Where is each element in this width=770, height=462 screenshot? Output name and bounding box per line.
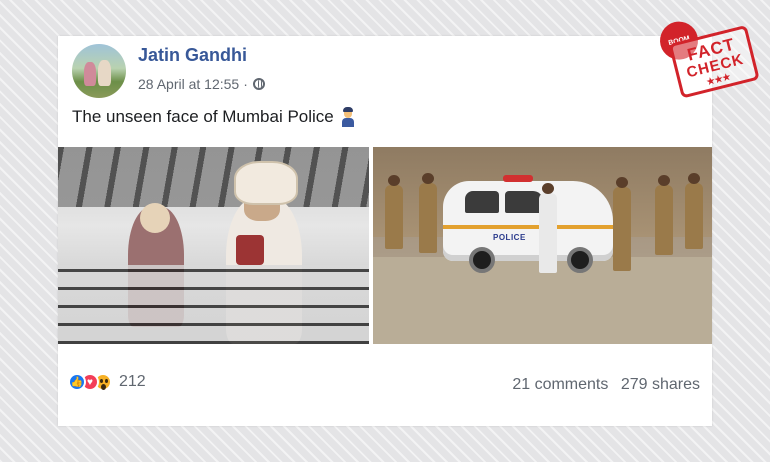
police-officer-figure <box>655 175 673 255</box>
police-officer-figure <box>685 173 703 249</box>
police-car: POLICE <box>443 175 613 273</box>
groom-turban <box>234 161 298 205</box>
car-wheel <box>567 247 593 273</box>
facebook-post-card: Jatin Gandhi 28 April at 12:55 · The uns… <box>58 36 712 426</box>
bride-head <box>140 203 170 233</box>
boom-fact-check-stamp: BOOM FACT CHECK ★★★ <box>653 0 770 109</box>
civilian-figure <box>539 183 557 273</box>
post-text: The unseen face of Mumbai Police <box>72 107 354 127</box>
siren-light <box>503 175 533 182</box>
post-photo-right[interactable]: POLICE <box>373 147 712 344</box>
comments-count-link[interactable]: 21 comments <box>512 376 608 393</box>
shares-count-link[interactable]: 279 shares <box>621 376 700 393</box>
reaction-count: 212 <box>119 373 146 390</box>
post-meta: 28 April at 12:55 · <box>138 76 265 92</box>
balcony-roof <box>58 147 369 207</box>
post-timestamp-link[interactable]: 28 April at 12:55 <box>138 76 239 92</box>
post-caption: The unseen face of Mumbai Police <box>72 107 334 126</box>
police-officer-figure <box>385 175 403 249</box>
balcony-railing <box>58 265 369 344</box>
post-photo-left[interactable] <box>58 147 369 344</box>
car-wheel <box>469 247 495 273</box>
meta-separator: · <box>243 76 248 92</box>
avatar-figure <box>98 60 111 86</box>
author-avatar[interactable] <box>72 44 126 98</box>
post-stats: 21 comments 279 shares <box>512 376 700 394</box>
police-officer-emoji-icon <box>341 107 354 127</box>
groom-stole <box>236 235 264 265</box>
police-officer-figure <box>613 177 631 271</box>
author-name-link[interactable]: Jatin Gandhi <box>138 45 247 66</box>
police-officer-figure <box>419 173 437 253</box>
globe-icon[interactable] <box>252 78 265 90</box>
avatar-figure <box>84 62 96 86</box>
like-icon: 👍 <box>68 373 86 391</box>
police-car-label: POLICE <box>493 233 526 242</box>
reactions-summary[interactable]: 👍 ♥ 212 <box>68 373 146 391</box>
